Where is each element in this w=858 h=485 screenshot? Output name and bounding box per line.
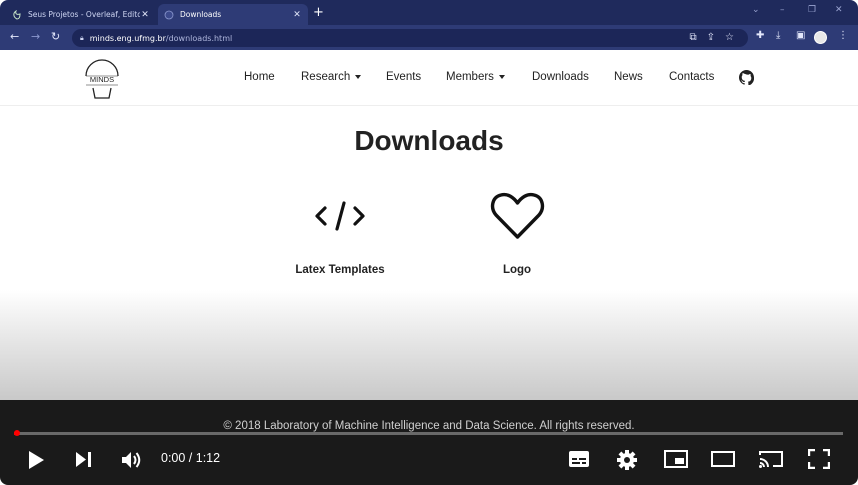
nav-label: Research (301, 71, 351, 83)
url-path: /downloads.html (165, 33, 233, 43)
heart-icon[interactable] (490, 191, 545, 241)
close-tab-icon[interactable]: ✕ (292, 10, 302, 20)
restore-icon[interactable]: ❐ (808, 5, 816, 15)
caret-down-icon (355, 75, 362, 79)
browser-tab-overleaf[interactable]: Seus Projetos - Overleaf, Editor L ✕ (6, 4, 156, 25)
nav-home[interactable]: Home (244, 71, 275, 83)
cast-icon[interactable] (759, 450, 783, 468)
bookmark-star-icon[interactable]: ☆ (725, 32, 734, 43)
video-progress-bar[interactable] (13, 430, 843, 436)
logo-link[interactable]: Logo (457, 264, 577, 276)
screen: Seus Projetos - Overleaf, Editor L ✕ Dow… (0, 0, 858, 485)
nav-contacts[interactable]: Contacts (669, 71, 714, 83)
footer-copyright: © 2018 Laboratory of Machine Intelligenc… (223, 420, 635, 432)
nav-label: News (614, 71, 643, 83)
translate-icon[interactable]: ⧉ (690, 32, 697, 43)
overleaf-leaf-icon (12, 9, 22, 20)
tab-search-chevron-icon[interactable]: ⌄ (752, 5, 760, 15)
nav-label: Downloads (532, 71, 589, 83)
next-icon[interactable] (75, 451, 93, 468)
browser-tab-downloads[interactable]: Downloads ✕ (158, 4, 308, 25)
browser-toolbar: ← → ↻ 🔒︎ minds.eng.ufmg.br/downloads.htm… (0, 25, 858, 50)
nav-research[interactable]: Research (301, 71, 362, 83)
github-icon[interactable] (739, 70, 754, 85)
code-icon[interactable] (313, 197, 367, 235)
caret-down-icon (498, 75, 505, 79)
close-tab-icon[interactable]: ✕ (140, 10, 150, 20)
settings-gear-icon[interactable] (616, 449, 638, 471)
url-host: minds.eng.ufmg.br (89, 33, 166, 43)
video-scrubber-handle[interactable] (13, 430, 20, 436)
lock-icon[interactable]: 🔒︎ (80, 34, 84, 43)
nav-label: Members (446, 71, 494, 83)
minds-logo[interactable]: MINDS (82, 58, 122, 100)
profile-avatar[interactable] (814, 31, 827, 44)
extensions-icon[interactable]: ✚ (756, 30, 764, 41)
close-window-icon[interactable]: ✕ (835, 5, 843, 15)
subtitles-icon[interactable] (568, 450, 590, 468)
nav-members[interactable]: Members (446, 71, 505, 83)
nav-label: Home (244, 71, 275, 83)
video-controls (0, 444, 858, 474)
new-tab-icon[interactable]: + (313, 5, 324, 21)
menu-dots-icon[interactable]: ⋮ (838, 30, 848, 41)
page-title: Downloads (354, 125, 504, 156)
back-icon[interactable]: ← (10, 31, 19, 43)
fullscreen-icon[interactable] (808, 449, 830, 469)
nav-label: Contacts (669, 71, 715, 83)
site-header: MINDS Home Research Events Members Downl… (0, 50, 858, 106)
globe-icon (164, 10, 174, 20)
theater-mode-icon[interactable] (711, 450, 735, 468)
side-panel-icon[interactable]: ▣ (796, 30, 805, 41)
miniplayer-icon[interactable] (664, 450, 688, 468)
address-bar[interactable]: 🔒︎ minds.eng.ufmg.br/downloads.html ⧉ ⇪ … (72, 29, 748, 47)
reload-icon[interactable]: ↻ (51, 31, 60, 43)
omnibox-actions: ⧉ ⇪ ☆ (690, 32, 735, 43)
nav-news[interactable]: News (614, 71, 643, 83)
download-icon[interactable]: ⤓ (776, 30, 780, 41)
share-icon[interactable]: ⇪ (707, 32, 715, 43)
video-timecode: 0:00 / 1:12 (161, 451, 221, 465)
minimize-icon[interactable]: – (780, 5, 785, 15)
latex-templates-link[interactable]: Latex Templates (280, 264, 400, 276)
tab-title: Downloads (180, 10, 222, 19)
volume-icon[interactable] (121, 450, 143, 470)
logo-text: MINDS (90, 75, 114, 84)
browser-tab-strip: Seus Projetos - Overleaf, Editor L ✕ Dow… (0, 0, 858, 25)
video-overlay-gradient (0, 290, 858, 400)
forward-icon[interactable]: → (31, 31, 40, 43)
tab-title: Seus Projetos - Overleaf, Editor L (28, 10, 140, 19)
play-icon[interactable] (27, 450, 45, 470)
nav-events[interactable]: Events (386, 71, 421, 83)
nav-downloads[interactable]: Downloads (532, 71, 589, 83)
nav-label: Events (386, 71, 422, 83)
